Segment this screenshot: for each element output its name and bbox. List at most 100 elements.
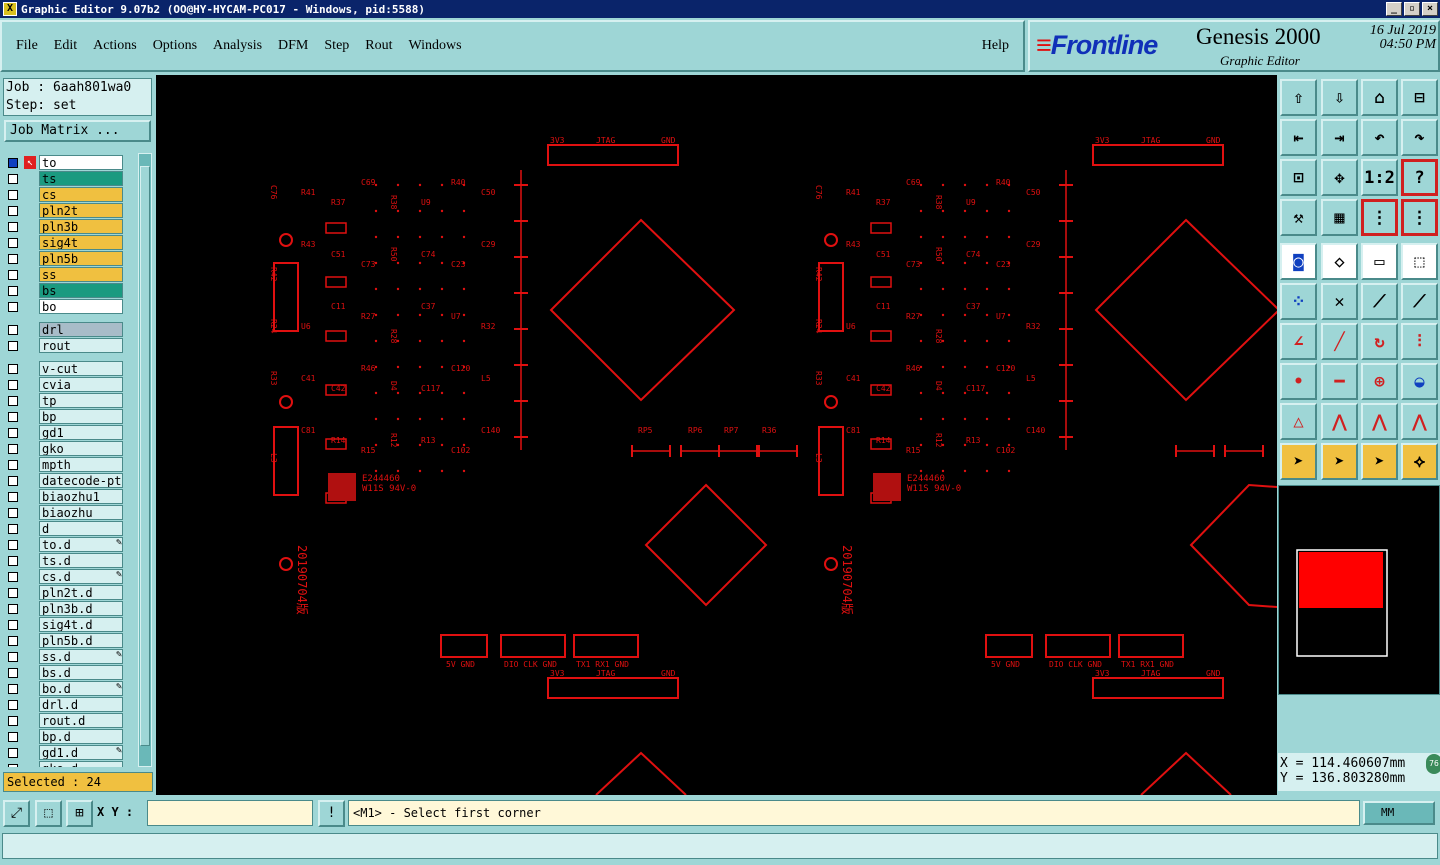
menu-windows[interactable]: Windows: [409, 38, 462, 54]
scrollbar-thumb[interactable]: [140, 166, 150, 746]
layer-row[interactable]: drl.d: [4, 697, 126, 713]
layer-name[interactable]: d: [39, 521, 123, 536]
menu-actions[interactable]: Actions: [93, 38, 137, 54]
layer-display-checkbox[interactable]: [8, 341, 18, 351]
layer-display-checkbox[interactable]: [8, 572, 18, 582]
layer-row[interactable]: cvia: [4, 377, 126, 393]
layer-name[interactable]: ts.d: [39, 553, 123, 568]
menu-step[interactable]: Step: [324, 38, 349, 54]
layer-row[interactable]: rout: [4, 338, 126, 354]
ruler-icon[interactable]: ▭: [1361, 243, 1398, 280]
layer-row[interactable]: ts.d: [4, 553, 126, 569]
layer-row[interactable]: pln2t.d: [4, 585, 126, 601]
restore-button[interactable]: ▫: [1404, 2, 1420, 16]
layer-display-checkbox[interactable]: [8, 174, 18, 184]
layer-name[interactable]: bo: [39, 299, 123, 314]
layer-row[interactable]: pln3b.d: [4, 601, 126, 617]
layer-row[interactable]: bp.d: [4, 729, 126, 745]
arc-icon[interactable]: ↻: [1361, 323, 1398, 360]
minimize-button[interactable]: _: [1386, 2, 1402, 16]
layer-row[interactable]: pln5b.d: [4, 633, 126, 649]
layer-display-checkbox[interactable]: [8, 476, 18, 486]
layer-name[interactable]: mpth: [39, 457, 123, 472]
menu-edit[interactable]: Edit: [54, 38, 77, 54]
layer-row[interactable]: v-cut: [4, 361, 126, 377]
layer-display-checkbox[interactable]: [8, 206, 18, 216]
layer-name[interactable]: biaozhu1: [39, 489, 123, 504]
layer-name[interactable]: gd1: [39, 425, 123, 440]
layer-name[interactable]: v-cut: [39, 361, 123, 376]
pointer-icon[interactable]: ➤: [1280, 443, 1317, 480]
layer-name[interactable]: pln3b: [39, 219, 123, 234]
layer-name[interactable]: bp: [39, 409, 123, 424]
zoom-fit-icon[interactable]: ⊡: [1280, 159, 1317, 196]
layer-row[interactable]: mpth: [4, 457, 126, 473]
layer-name[interactable]: rout: [39, 338, 123, 353]
snap-icon[interactable]: ⋮: [1361, 199, 1398, 236]
layer-row[interactable]: cs: [4, 187, 126, 203]
snap-all-icon[interactable]: ⋮: [1401, 199, 1438, 236]
layer-name[interactable]: ss: [39, 267, 123, 282]
layer-display-checkbox[interactable]: [8, 764, 18, 767]
save-icon[interactable]: ⇩: [1321, 79, 1358, 116]
layer-name[interactable]: drl: [39, 322, 123, 337]
layer-row[interactable]: ts: [4, 171, 126, 187]
select-area-icon[interactable]: ⬚: [1401, 243, 1438, 280]
layer-row[interactable]: bp: [4, 409, 126, 425]
layer-name[interactable]: pln2t: [39, 203, 123, 218]
layer-row[interactable]: biaozhu: [4, 505, 126, 521]
connect-icon[interactable]: ⁘: [1280, 283, 1317, 320]
layer-name[interactable]: to.d: [39, 537, 123, 552]
layer-name[interactable]: cvia: [39, 377, 123, 392]
layer-name[interactable]: tp: [39, 393, 123, 408]
zoom-center-icon[interactable]: ✥: [1321, 159, 1358, 196]
layer-name[interactable]: pln5b: [39, 251, 123, 266]
layer-name[interactable]: rout.d: [39, 713, 123, 728]
layer-row[interactable]: datecode-pt: [4, 473, 126, 489]
redo-icon[interactable]: ↷: [1401, 119, 1438, 156]
zoom-window-icon[interactable]: ⬚: [35, 800, 62, 827]
pcb-drawing[interactable]: 3V3 JTAG GND C76 R41 R37 C69 R38 U9 R40 C50 R42 R43 C…: [156, 75, 1277, 795]
layer-row[interactable]: to ↖: [4, 155, 126, 171]
layer-display-checkbox[interactable]: [8, 238, 18, 248]
layer-row[interactable]: d: [4, 521, 126, 537]
units-select[interactable]: MM: [1363, 801, 1435, 825]
help-icon[interactable]: ?: [1401, 159, 1438, 196]
net-icon[interactable]: ⟡: [1401, 443, 1438, 480]
layer-display-checkbox[interactable]: [8, 508, 18, 518]
layer-name[interactable]: cs.d: [39, 569, 123, 584]
split-icon[interactable]: ⫶: [1401, 323, 1438, 360]
layer-name[interactable]: bs: [39, 283, 123, 298]
layer-name[interactable]: bs.d: [39, 665, 123, 680]
layer-display-checkbox[interactable]: [8, 222, 18, 232]
step-back-icon[interactable]: ⇤: [1280, 119, 1317, 156]
line-point-icon[interactable]: ⟋: [1401, 283, 1438, 320]
arch-line-icon[interactable]: ⋀: [1361, 403, 1398, 440]
layer-display-checkbox[interactable]: [8, 540, 18, 550]
layer-row[interactable]: bs.d: [4, 665, 126, 681]
layer-row[interactable]: gd1.d ✎: [4, 745, 126, 761]
layer-name[interactable]: ts: [39, 171, 123, 186]
alert-icon[interactable]: !: [318, 800, 345, 827]
layer-display-checkbox[interactable]: [8, 286, 18, 296]
layer-scrollbar[interactable]: [138, 153, 152, 767]
layer-display-checkbox[interactable]: [8, 716, 18, 726]
layer-row[interactable]: gko.d: [4, 761, 126, 767]
layer-row[interactable]: rout.d: [4, 713, 126, 729]
line-icon[interactable]: ⟋: [1361, 283, 1398, 320]
arch-icon[interactable]: ⋀: [1321, 403, 1358, 440]
undo-icon[interactable]: ↶: [1361, 119, 1398, 156]
grid-icon[interactable]: ▦: [1321, 199, 1358, 236]
layer-display-checkbox[interactable]: [8, 732, 18, 742]
menu-dfm[interactable]: DFM: [278, 38, 308, 54]
xy-input[interactable]: [147, 800, 313, 826]
dimension-icon[interactable]: ⊕: [1361, 363, 1398, 400]
layer-display-checkbox[interactable]: [8, 302, 18, 312]
layer-row[interactable]: pln2t: [4, 203, 126, 219]
layer-row[interactable]: drl: [4, 322, 126, 338]
grid-toggle-icon[interactable]: ⊞: [66, 800, 93, 827]
zoom-ratio-icon[interactable]: 1:2: [1361, 159, 1398, 196]
layer-name[interactable]: biaozhu: [39, 505, 123, 520]
layer-name[interactable]: pln3b.d: [39, 601, 123, 616]
layer-row[interactable]: pln5b: [4, 251, 126, 267]
